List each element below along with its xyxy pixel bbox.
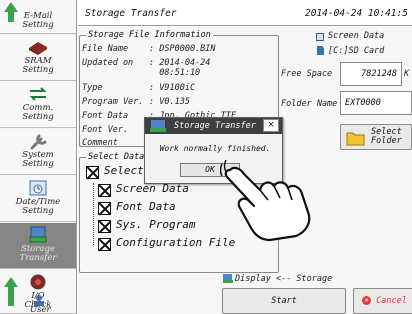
datetime-display: 2014-04-24 10:41:5 [305,8,408,19]
sd-card-icon [317,46,324,55]
font-data-label: Font Data [82,111,129,121]
updated-on-value: : 2014-04-24 08:51:10 [149,58,211,78]
sidebar: E-Mail Setting SRAM Setting Comm. Settin… [0,0,77,314]
start-button[interactable]: Start [222,288,346,314]
font-ver-label: Font Ver. [82,125,129,135]
hand-pointer-icon [220,160,311,242]
sd-card-label: [C:]SD Card [328,46,385,56]
free-space-unit: K [404,69,410,79]
sidebar-item-label: System Setting [22,150,54,169]
sidebar-item-label: SRAM Setting [22,56,54,75]
sidebar-item-label: Comm. Setting [22,103,54,122]
dialog-title: Storage Transfer [174,121,256,131]
scroll-down-icon[interactable] [3,274,19,310]
display-storage-icon [223,274,233,283]
dialog-titlebar: Storage Transfer × [145,118,282,134]
storage-transfer-icon [150,120,166,132]
cancel-icon: ✕ [362,296,371,305]
wrench-icon [30,134,47,150]
sidebar-item-label: User [30,305,51,314]
scroll-up-icon[interactable] [3,0,19,34]
screen-data-checkbox[interactable] [316,33,324,41]
sidebar-item-label: Storage Transfer [19,244,57,263]
free-space-field: 7821248 [340,62,402,86]
sidebar-item-storage-transfer[interactable]: Storage Transfer [0,223,76,269]
select-all-label: Select [104,164,144,177]
font-data-option-label: Font Data [116,200,176,213]
start-label: Start [271,296,297,306]
type-label: Type [82,83,103,93]
free-space-label: Free Space [281,69,333,79]
sidebar-item-datetime[interactable]: Date/Time Setting [0,176,76,222]
storage-transfer-screen: E-Mail Setting SRAM Setting Comm. Settin… [0,0,412,314]
tree-line [93,183,94,245]
select-folder-button[interactable]: Select Folder [340,124,412,150]
sidebar-item-comm[interactable]: Comm. Setting [0,82,76,128]
comment-label: Comment [82,138,118,148]
title-bar: Storage Transfer 2014-04-24 10:41:5 [78,0,412,26]
config-file-option-label: Configuration File [116,236,236,249]
config-file-option-checkbox[interactable] [98,238,111,251]
updated-on-label: Updated on [82,58,134,68]
sys-program-option-label: Sys. Program [116,218,196,231]
screen-data-label: Screen Data [328,31,385,41]
program-ver-value: : V0.135 [149,97,190,107]
sidebar-item-label: Date/Time Setting [15,197,61,216]
communication-icon [29,87,47,101]
type-value: : V9100iC [149,83,196,93]
select-data-legend: Select Data [86,152,147,162]
transfer-direction-label: Display <-- Storage [235,274,333,284]
storage-transfer-icon [29,226,47,243]
file-name-label: File Name [82,44,129,54]
sidebar-item-system[interactable]: System Setting [0,129,76,175]
folder-icon [346,132,365,146]
file-name-value: : DSP0000.BIN [149,44,216,54]
screen-data-option-checkbox[interactable] [98,184,111,197]
folder-name-field[interactable]: EXT0000 [340,91,412,115]
cancel-button[interactable]: ✕ Cancel [353,288,412,314]
select-all-checkbox[interactable] [86,166,99,179]
sram-chip-icon [29,42,47,55]
cancel-label: Cancel [376,296,407,306]
io-check-icon [30,274,46,290]
sidebar-item-sram[interactable]: SRAM Setting [0,35,76,81]
dialog-message: Work normally finished. [159,144,271,153]
page-title: Storage Transfer [85,8,177,19]
file-info-legend: Storage File Information [86,30,213,40]
select-folder-label: Select Folder [371,127,402,146]
dialog-close-button[interactable]: × [263,119,279,132]
folder-name-label: Folder Name [281,99,338,109]
clock-icon [29,180,47,196]
program-ver-label: Program Ver. [82,97,144,107]
font-data-option-checkbox[interactable] [98,202,111,215]
sys-program-option-checkbox[interactable] [98,220,111,233]
